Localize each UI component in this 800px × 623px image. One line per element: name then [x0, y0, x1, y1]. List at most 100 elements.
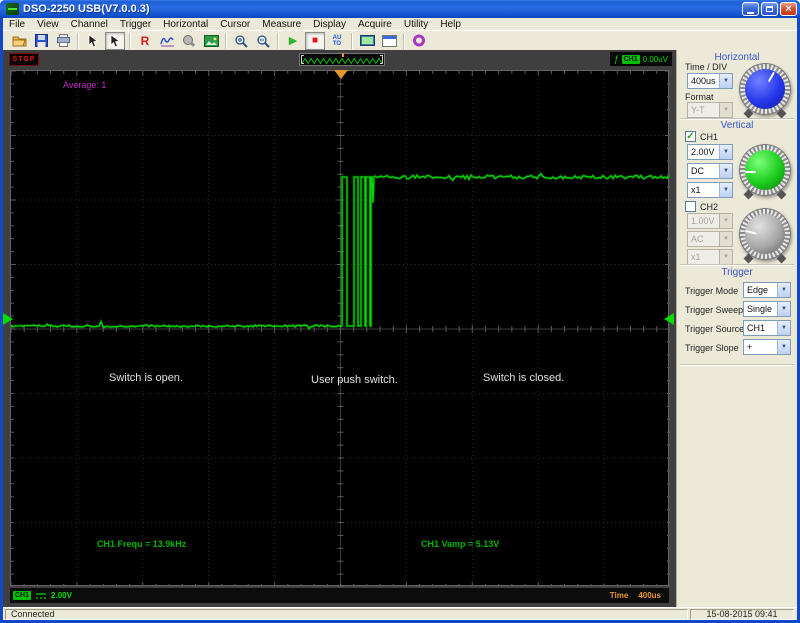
trigger-frequency-icon: ƒ — [613, 53, 619, 64]
knob-foot — [743, 189, 754, 200]
scope-area: STOP ƒ CH1 0.00uV Average: 1 Switch is o… — [3, 50, 676, 607]
average-label: Average: 1 — [63, 80, 107, 90]
title-bar: DSO-2250 USB(V7.0.0.3) × — [0, 0, 800, 18]
menu-bar: File View Channel Trigger Horizontal Cur… — [3, 18, 797, 30]
menu-cursor[interactable]: Cursor — [214, 19, 256, 30]
channel-badge: CH1 — [13, 591, 32, 600]
trigger-level-value: 0.00uV — [642, 54, 668, 64]
annotation-user-push: User push switch. — [311, 374, 398, 386]
trigger-source-value: CH1 — [747, 323, 766, 333]
chevron-down-icon: ▼ — [719, 145, 732, 159]
ch1-coupling-select[interactable]: DC ▼ — [687, 163, 733, 179]
trigger-sweep-select[interactable]: Single ▼ — [743, 301, 791, 317]
run-state-badge: STOP — [9, 53, 39, 66]
ch2-probe-value: x1 — [691, 252, 701, 262]
trigger-level-marker[interactable] — [664, 313, 674, 325]
menu-measure[interactable]: Measure — [256, 19, 307, 30]
time-div-label: Time / DIV — [685, 62, 728, 72]
save-button[interactable] — [31, 32, 51, 50]
cursor-arrow-icon — [110, 33, 120, 47]
checkbox-unchecked-icon — [685, 201, 696, 212]
format-label: Format — [685, 92, 714, 102]
acquisition-preview-strip[interactable] — [299, 53, 385, 66]
auto-icon: AU TO — [332, 34, 342, 47]
ch1-volts-value: 2.00V — [691, 147, 715, 157]
snapshot-icon — [203, 34, 219, 47]
menu-file[interactable]: File — [3, 19, 31, 30]
chevron-down-icon: ▼ — [719, 232, 732, 246]
restore-button[interactable] — [761, 2, 778, 16]
close-button[interactable]: × — [780, 2, 797, 16]
workspace: STOP ƒ CH1 0.00uV Average: 1 Switch is o… — [3, 50, 797, 607]
refresh-button[interactable]: R — [135, 32, 155, 50]
trigger-mode-select[interactable]: Edge ▼ — [743, 282, 791, 298]
zoom-in-icon — [235, 34, 248, 48]
ch1-volts-select[interactable]: 2.00V ▼ — [687, 144, 733, 160]
menu-acquire[interactable]: Acquire — [352, 19, 398, 30]
menu-help[interactable]: Help — [434, 19, 467, 30]
knob-foot — [776, 189, 787, 200]
snapshot-button[interactable] — [201, 32, 221, 50]
zoom-in-button[interactable] — [231, 32, 251, 50]
toolbar-separator — [77, 32, 79, 49]
trigger-slope-select[interactable]: + ▼ — [743, 339, 791, 355]
autoset-button[interactable]: AU TO — [327, 32, 347, 50]
cursor-arrow-icon — [88, 33, 98, 47]
print-button[interactable] — [53, 32, 73, 50]
ch1-probe-select[interactable]: x1 ▼ — [687, 182, 733, 198]
start-button[interactable]: ▶ — [283, 32, 303, 50]
trigger-source-select[interactable]: CH1 ▼ — [743, 320, 791, 336]
time-div-value: 400us — [691, 76, 716, 86]
trigger-slope-label: Trigger Slope — [685, 343, 739, 353]
toolbar-separator — [277, 32, 279, 49]
vertical-section-title: Vertical — [720, 120, 754, 131]
measurement-vamp: CH1 Vamp = 5.13V — [421, 539, 500, 549]
section-separator — [680, 364, 794, 366]
ch1-checkbox[interactable]: ✓ CH1 — [685, 131, 718, 142]
knob-foot — [743, 108, 754, 119]
open-file-button[interactable] — [9, 32, 29, 50]
minimize-button[interactable] — [742, 2, 759, 16]
menu-trigger[interactable]: Trigger — [114, 19, 157, 30]
trigger-mode-label: Trigger Mode — [685, 286, 739, 296]
scope-display: Average: 1 Switch is open. User push swi… — [10, 70, 670, 587]
toolbar-separator — [403, 32, 405, 49]
ch1-vertical-knob[interactable] — [739, 144, 791, 200]
window-title: DSO-2250 USB(V7.0.0.3) — [23, 3, 150, 15]
menu-horizontal[interactable]: Horizontal — [157, 19, 214, 30]
scope-bottom-strip: CH1 2.00V Time 400us — [10, 588, 669, 603]
checkbox-checked-icon: ✓ — [685, 130, 696, 142]
knob-foot — [743, 253, 754, 264]
menu-view[interactable]: View — [31, 19, 65, 30]
calibration-button[interactable] — [179, 32, 199, 50]
horizontal-knob[interactable] — [739, 63, 791, 119]
timebase-readout: Time 400us — [610, 591, 669, 600]
stop-button[interactable]: ■ — [305, 31, 325, 50]
zoom-out-button[interactable] — [253, 32, 273, 50]
menu-utility[interactable]: Utility — [398, 19, 434, 30]
fullscreen-button[interactable] — [357, 32, 377, 50]
ch1-probe-value: x1 — [691, 185, 701, 195]
cursor-track-button[interactable] — [105, 31, 125, 50]
app-window: DSO-2250 USB(V7.0.0.3) × File View Chann… — [0, 0, 800, 623]
ch2-vertical-knob[interactable] — [739, 208, 791, 264]
preview-left-bracket — [301, 55, 304, 64]
ch2-probe-select: x1 ▼ — [687, 249, 733, 265]
time-value: 400us — [638, 591, 661, 600]
ch2-checkbox[interactable]: CH2 — [685, 201, 718, 212]
about-button[interactable] — [409, 32, 429, 50]
fft-button[interactable] — [157, 32, 177, 50]
preview-right-bracket — [380, 55, 383, 64]
about-icon — [413, 34, 425, 47]
cursor-select-button[interactable] — [83, 32, 103, 50]
time-div-select[interactable]: 400us ▼ — [687, 73, 733, 89]
volts-per-div-readout: 2.00V — [51, 591, 72, 600]
trigger-position-marker[interactable] — [334, 70, 348, 79]
refresh-r-icon: R — [140, 33, 150, 48]
menu-channel[interactable]: Channel — [65, 19, 114, 30]
window-layout-button[interactable] — [379, 32, 399, 50]
printer-icon — [56, 34, 70, 47]
channel-position-marker[interactable] — [3, 313, 13, 325]
menu-display[interactable]: Display — [307, 19, 352, 30]
ch1-label: CH1 — [700, 131, 719, 142]
